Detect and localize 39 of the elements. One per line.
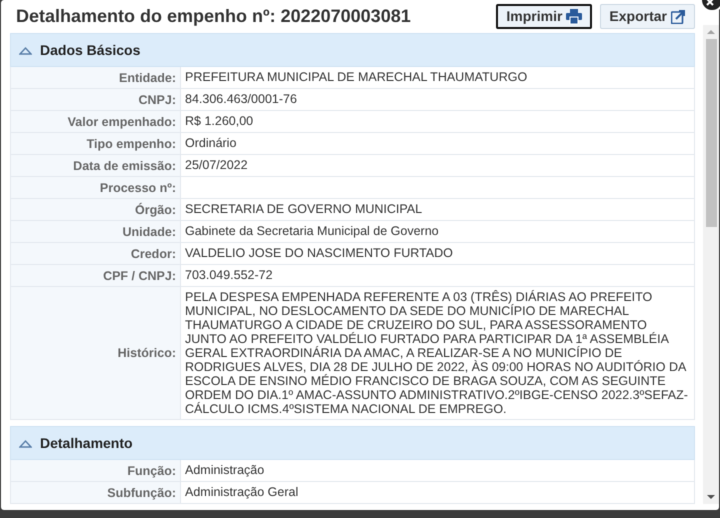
- dialog-title: Detalhamento do empenho nº: 2022070003081: [16, 5, 412, 28]
- field-value: Gabinete da Secretaria Municipal de Governo: [185, 224, 439, 238]
- field-value: Administração Geral: [185, 485, 298, 499]
- scroll-thumb[interactable]: [706, 39, 716, 227]
- scroll-up-icon[interactable]: [707, 29, 715, 35]
- section-header[interactable]: Detalhamento: [10, 426, 695, 460]
- export-icon: [671, 9, 686, 24]
- section-header[interactable]: Dados Básicos: [10, 33, 695, 67]
- field-value: SECRETARIA DE GOVERNO MUNICIPAL: [185, 202, 422, 216]
- field-label: Credor:: [130, 246, 176, 260]
- field-value: 84.306.463/0001-76: [185, 92, 297, 106]
- field-label: Subfunção:: [107, 486, 176, 500]
- printer-icon: [566, 9, 582, 24]
- close-icon: [706, 0, 714, 6]
- section-title: Detalhamento: [40, 434, 133, 452]
- field-value: PREFEITURA MUNICIPAL DE MARECHAL THAUMATURGO: [185, 70, 528, 84]
- field-label: CNPJ:: [138, 92, 176, 106]
- field-label: Entidade:: [119, 70, 176, 84]
- section-title: Dados Básicos: [40, 40, 140, 60]
- field-value: VALDELIO JOSE DO NASCIMENTO FURTADO: [185, 246, 453, 260]
- field-label: Unidade:: [122, 224, 176, 238]
- field-label: Data de emissão:: [73, 158, 176, 172]
- field-label: Função:: [127, 464, 176, 478]
- field-label: Valor empenhado:: [68, 114, 176, 128]
- field-label: Órgão:: [135, 202, 176, 216]
- scroll-down-icon[interactable]: [707, 494, 715, 500]
- field-value: PELA DESPESA EMPENHADA REFERENTE A 03 (TRÊS) DIÁRIAS AO PREFEITO MUNICIPAL, NO DESLOCAMENTO DA SEDE DO MUNICÍPIO DE MARECHAL THAUMATURGO A CIDADE DE CRUZEIRO DO SUL, PARA ASSESSORAMENTO JUNTO AO PREFEITO VALDÉLIO FURTADO PARA PARTICIPAR DA 1ª ASSEMBLÉIA GERAL EXTRAORDINÁRIA DA AMAC, A REALIZAR-SE A NO MUNICÍPIO DE RODRIGUES ALVES, DIA 28 DE JULHO DE 2022, ÀS 09:00 HORAS NO AUDITÓRIO DA ESCOLA DE ENSINO MÉDIO FRANCISCO DE BRAGA SOUZA, COM AS SEGUINTE ORDEM DO DIA.1º AMAC-ASSUNTO ADMINISTRATIVO.2ºIBGE-CENSO 2022.3ºSEFAZ-CÁLCULO ICMS.4ºSISTEMA NACIONAL DE EMPREGO.: [185, 290, 688, 416]
- field-value: R$ 1.260,00: [185, 114, 254, 128]
- field-value: Ordinário: [185, 136, 236, 150]
- field-label: Processo nº:: [100, 180, 176, 194]
- print-button[interactable]: Imprimir: [496, 4, 592, 29]
- field-label: CPF / CNPJ:: [103, 268, 176, 282]
- export-button[interactable]: Exportar: [600, 4, 695, 29]
- field-label: Tipo empenho:: [86, 136, 176, 150]
- field-value: Administração: [185, 463, 264, 477]
- field-value: 25/07/2022: [185, 158, 248, 172]
- scrollbar[interactable]: [703, 25, 719, 504]
- field-label: Histórico:: [118, 346, 176, 360]
- field-value: 703.049.552-72: [185, 268, 273, 282]
